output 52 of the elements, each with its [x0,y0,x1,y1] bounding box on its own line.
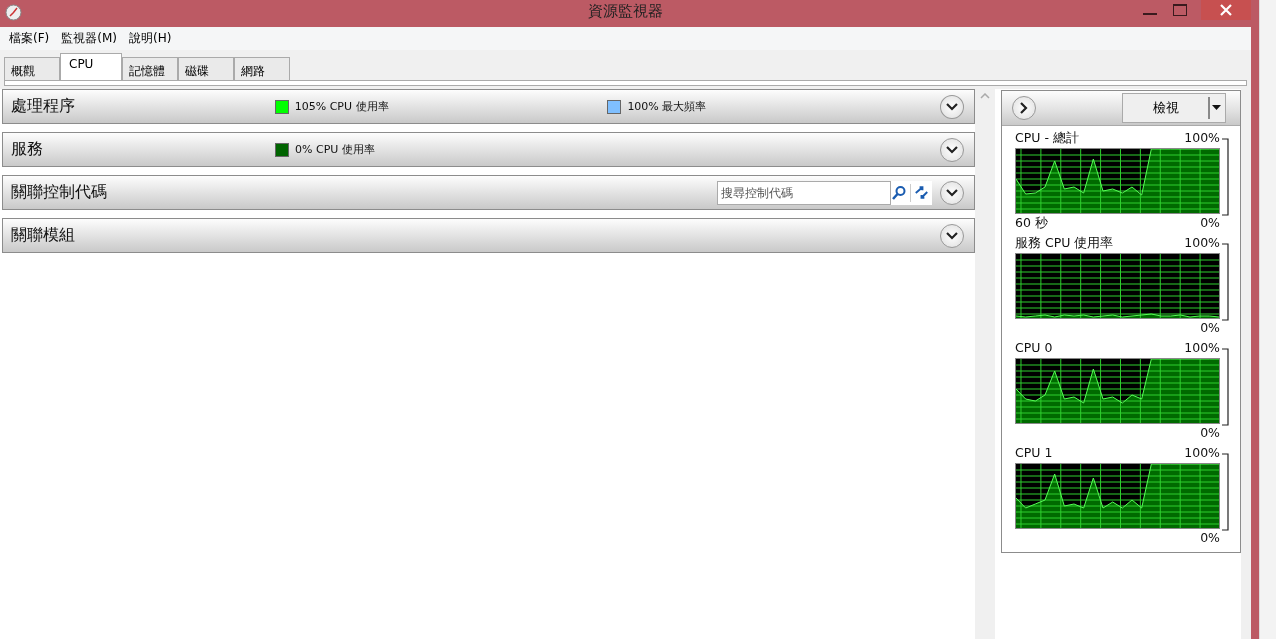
section-header[interactable]: 服務 0% CPU 使用率 [2,132,975,167]
section-header[interactable]: 關聯模組 [2,218,975,253]
graph-max-label: 100% [1184,130,1220,146]
chevron-icon [946,231,958,240]
collapse-panel-button[interactable] [1012,96,1036,120]
chevron-icon [1020,102,1028,114]
expand-button[interactable] [940,223,964,248]
close-button[interactable] [1201,0,1252,20]
chevron-icon [946,188,958,197]
search-field[interactable]: 搜尋控制代碼 [717,180,891,205]
graph-title: CPU 1 [1015,445,1053,461]
tab[interactable]: CPU [60,53,122,80]
section-header[interactable]: 處理程序 105% CPU 使用率 100% 最大頻率 [2,89,975,124]
view-button[interactable]: 檢視 [1122,93,1226,123]
tab[interactable]: 記憶體 [122,57,178,80]
section-header[interactable]: 關聯控制代碼 搜尋控制代碼 [2,175,975,210]
graph-min-label: 0% [1200,215,1220,231]
graph-max-label: 100% [1184,340,1220,356]
maximize-icon [1173,4,1188,16]
chevron-icon [946,145,958,154]
menu-item[interactable]: 說明(H) [123,30,178,47]
graph-time-label: 60 秒 [1015,215,1048,231]
graph-title: 服務 CPU 使用率 [1015,235,1114,251]
expand-button[interactable] [940,137,964,162]
expand-button[interactable] [940,94,964,119]
section-title: 關聯控制代碼 [11,182,108,203]
close-icon [1220,4,1233,16]
menu-item[interactable]: 檔案(F) [3,30,56,47]
section-title: 關聯模組 [11,225,76,246]
minimize-icon [1143,13,1158,15]
graph-min-label: 0% [1200,530,1220,546]
graph-title: CPU 0 [1015,340,1053,356]
legend-text: 100% 最大頻率 [627,99,707,114]
graph-min-label: 0% [1200,425,1220,441]
graph-title: CPU - 總計 [1015,130,1079,146]
legend-text: 0% CPU 使用率 [295,142,375,157]
expand-button[interactable] [940,180,964,205]
menu-item[interactable]: 監視器(M) [55,30,123,47]
graph-max-label: 100% [1184,235,1220,251]
gauge-icon [5,4,22,21]
window-title: 資源監視器 [587,2,665,21]
tab[interactable]: 網路 [234,57,290,80]
chevron-icon [946,102,958,111]
search-icon[interactable] [891,184,907,201]
section-title: 處理程序 [11,96,76,117]
legend-text: 105% CPU 使用率 [294,99,389,114]
graph-max-label: 100% [1184,445,1220,461]
dropdown-icon [1208,97,1222,119]
graph-min-label: 0% [1200,320,1220,336]
section-title: 服務 [11,139,44,160]
tab[interactable]: 概觀 [4,57,60,80]
tab[interactable]: 磁碟 [178,57,234,80]
